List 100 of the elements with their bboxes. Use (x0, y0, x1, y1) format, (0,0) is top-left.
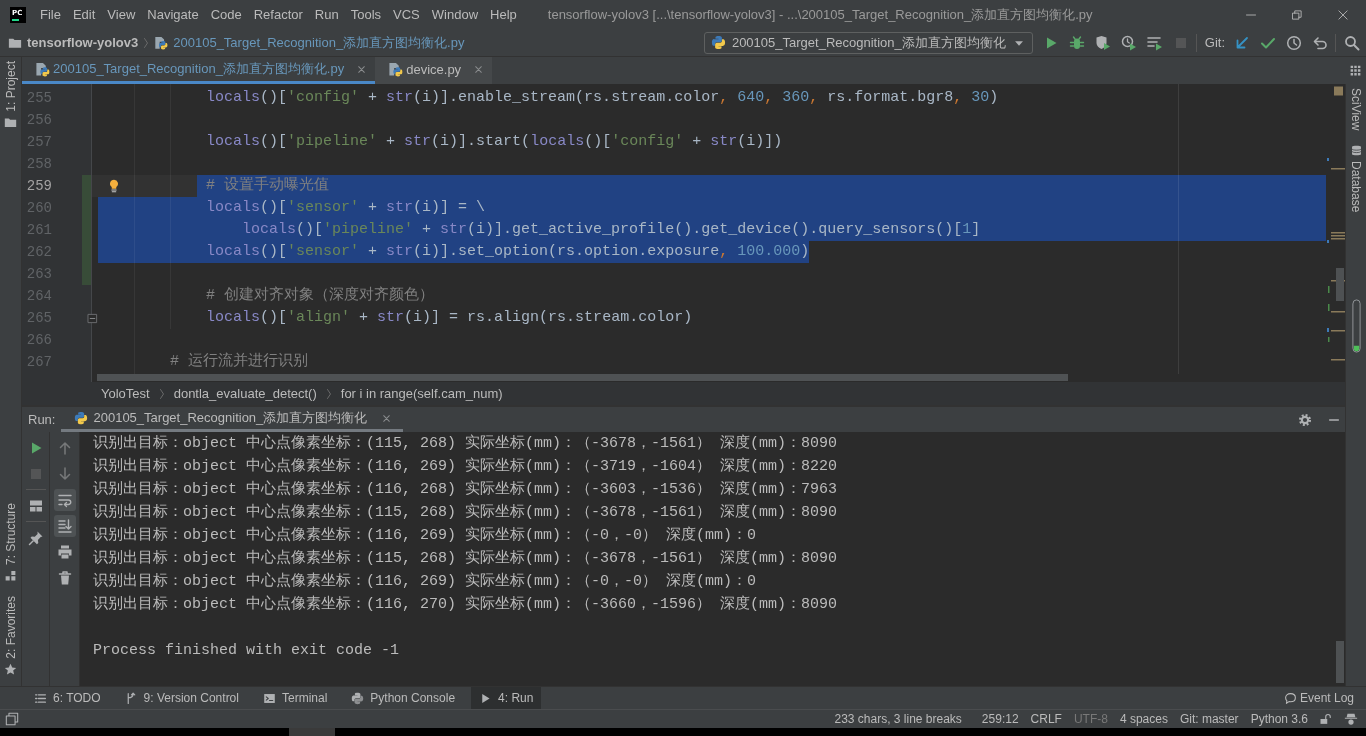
database-icon (1349, 144, 1363, 158)
tool-window-button[interactable]: 2: Favorites (3, 596, 18, 676)
tool-window-button[interactable]: Terminal (254, 687, 336, 709)
code-line: # 创建对齐对象（深度对齐颜色） (206, 285, 435, 306)
layout-icon[interactable] (27, 498, 44, 514)
bug-icon[interactable] (1068, 34, 1085, 51)
console-line: 识别出目标：object 中心点像素坐标：(115, 268) 实际坐标(mm)：（-3678，-1561） 深度(mm)：8090 (93, 502, 838, 523)
close-icon[interactable] (474, 64, 484, 74)
tool-window-button[interactable]: 7: Structure (3, 503, 18, 583)
breadcrumb-item[interactable]: 200105_Target_Recognition_添加直方图均衡化.py (154, 33, 465, 52)
code-line: # 设置手动曝光值 (206, 175, 330, 196)
list-icon (34, 691, 47, 705)
tool-window-button[interactable]: 1: Project (3, 61, 18, 129)
status-item[interactable]: Python 3.6 (1244, 712, 1314, 726)
code-line: locals()['config' + str(i)].enable_stream(rs.stream.color, 640, 360, rs.format.bgr8, 30) (206, 88, 999, 108)
list-play-icon[interactable] (1146, 34, 1163, 51)
arrow-down-left-icon[interactable] (1234, 34, 1250, 51)
status-item[interactable]: 233 chars, 3 line breaks (828, 712, 968, 726)
panel-title: Run: (28, 412, 56, 427)
tool-window-button[interactable]: Database (1349, 144, 1363, 213)
menu-item[interactable]: VCS (387, 4, 426, 25)
speech-bubble-icon (1283, 691, 1297, 705)
close-icon[interactable] (382, 413, 392, 423)
undo-arrow-icon[interactable] (1312, 34, 1328, 51)
scroll-to-end-icon[interactable] (53, 515, 76, 537)
run-configuration-dropdown[interactable]: 200105_Target_Recognition_添加直方图均衡化 (703, 31, 1033, 54)
menu-item[interactable]: Run (308, 4, 345, 25)
status-item[interactable]: CRLF (1024, 712, 1068, 726)
detective-icon[interactable] (1344, 712, 1358, 726)
clock-icon[interactable] (1286, 34, 1302, 51)
python-file-icon (388, 61, 404, 77)
console-line: 识别出目标：object 中心点像素坐标：(116, 270) 实际坐标(mm)：（-3660，-1596） 深度(mm)：8090 (93, 594, 838, 615)
vcs-label: Git: (1204, 35, 1225, 50)
code-line: locals()['sensor' + str(i)].set_option(rs.option.exposure, 100.000) (206, 242, 810, 262)
restore-icon[interactable] (1291, 8, 1303, 21)
pin-icon[interactable] (27, 530, 44, 546)
search-icon[interactable] (1344, 34, 1360, 51)
event-log-button[interactable]: Event Log (1281, 687, 1356, 709)
tool-window-button[interactable]: 6: TODO (26, 687, 109, 709)
lightbulb-icon[interactable] (107, 179, 121, 193)
python-icon (74, 411, 89, 425)
folder-icon (4, 115, 17, 129)
console-line: 识别出目标：object 中心点像素坐标：(115, 268) 实际坐标(mm)：（-3678，-1561） 深度(mm)：8090 (93, 548, 838, 569)
menu-item[interactable]: View (101, 4, 142, 25)
tool-window-button[interactable]: Python Console (343, 687, 464, 709)
menu-item[interactable]: Code (204, 4, 248, 25)
shield-play-icon[interactable] (1094, 34, 1111, 51)
status-item[interactable]: 4 spaces (1113, 712, 1174, 726)
scrollbar-thumb[interactable] (1336, 641, 1344, 683)
tool-window-button[interactable]: 9: Version Control (116, 687, 247, 709)
tool-window-button[interactable]: SciView (1349, 88, 1363, 131)
close-icon[interactable] (1337, 8, 1349, 21)
menu-item[interactable]: Window (425, 4, 485, 25)
star-icon (4, 663, 17, 676)
menu-item[interactable]: Navigate (141, 4, 205, 25)
console-line: 识别出目标：object 中心点像素坐标：(116, 269) 实际坐标(mm)：（-0，-0） 深度(mm)：0 (93, 571, 757, 592)
breadcrumb-item[interactable]: dontla_evaluate_detect() (173, 386, 317, 401)
chevron-right-icon (325, 386, 332, 401)
close-icon[interactable] (357, 64, 367, 74)
console-line: 识别出目标：object 中心点像素坐标：(115, 268) 实际坐标(mm)：（-3678，-1561） 深度(mm)：8090 (93, 433, 838, 454)
soft-wrap-icon[interactable] (53, 489, 76, 511)
open-padlock-icon[interactable] (1319, 713, 1331, 725)
fold-icon[interactable] (87, 312, 98, 324)
settings-icon[interactable] (1298, 412, 1312, 427)
panel-toggle-icon[interactable] (5, 712, 19, 726)
tool-window-button[interactable]: 4: Run (471, 687, 542, 709)
console-line: 识别出目标：object 中心点像素坐标：(116, 268) 实际坐标(mm)：（-3603，-1536） 深度(mm)：7963 (93, 479, 838, 500)
printer-icon[interactable] (56, 544, 73, 560)
menu-item[interactable]: Edit (66, 4, 102, 25)
breadcrumb-item[interactable]: tensorflow-yolov3 (8, 35, 139, 50)
menu-item[interactable]: Tools (344, 4, 388, 25)
status-item[interactable]: 259:12 (975, 712, 1025, 726)
menu-item[interactable]: Help (484, 4, 523, 25)
breadcrumb-item[interactable]: YoloTest (101, 386, 150, 401)
code-line: locals()['pipeline' + str(i)].start(locals()['config' + str(i)]) (206, 132, 783, 152)
structure-icon (4, 569, 17, 583)
python-icon (710, 35, 726, 50)
clock-play-icon[interactable] (1120, 34, 1137, 51)
trash-icon[interactable] (56, 570, 73, 586)
python-file-icon (35, 61, 50, 77)
code-line: locals()['sensor' + str(i)] = \ (206, 198, 486, 218)
status-item[interactable]: Git: master (1173, 712, 1245, 726)
scrollbar-thumb[interactable] (97, 374, 1068, 381)
code-line: # 运行流并进行识别 (170, 351, 308, 372)
scrollbar-thumb[interactable] (1336, 268, 1344, 301)
python-icon (351, 691, 365, 705)
console-line: Process finished with exit code -1 (93, 641, 400, 661)
play-icon (479, 691, 493, 705)
code-editor[interactable] (22, 84, 1326, 382)
python-file-icon (154, 35, 169, 50)
chevron-right-icon (158, 386, 165, 401)
editor-tab[interactable]: device.py (375, 57, 493, 84)
grid-icon[interactable] (1349, 64, 1362, 77)
menu-item[interactable]: File (34, 4, 67, 25)
chevron-right-icon (143, 35, 150, 50)
code-line: locals()['align' + str(i)] = rs.align(rs.stream.color) (206, 308, 693, 328)
memory-indicator-icon[interactable] (1351, 296, 1361, 355)
menu-item[interactable]: Refactor (247, 4, 309, 25)
breadcrumb-item[interactable]: for i in range(self.cam_num) (340, 386, 503, 401)
line-number: 259 (25, 177, 52, 196)
